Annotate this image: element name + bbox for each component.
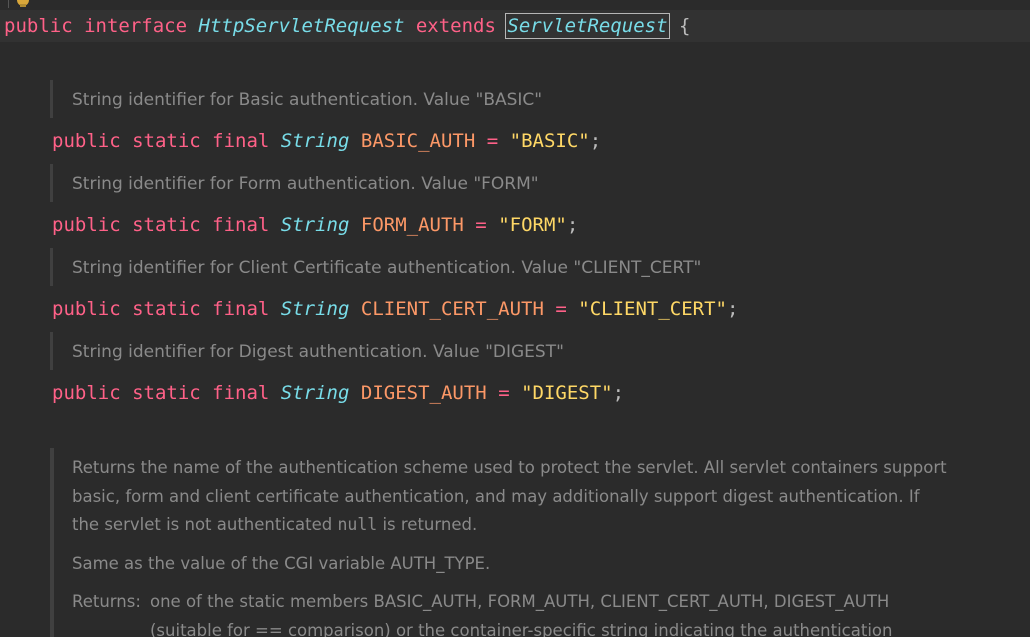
doc-text: is returned. — [377, 515, 478, 534]
field-name[interactable]: CLIENT_CERT_AUTH — [361, 298, 544, 320]
doc-inline-code: null — [337, 515, 378, 534]
field-name[interactable]: BASIC_AUTH — [361, 130, 475, 152]
doc-text: the servlet is not authenticated — [72, 515, 338, 534]
returns-description: one of the static members BASIC_AUTH, FO… — [150, 592, 890, 611]
intention-bulb-base — [20, 4, 26, 7]
field-declaration-line[interactable]: public static final String FORM_AUTH = "… — [52, 209, 578, 241]
field-name[interactable]: FORM_AUTH — [361, 214, 464, 236]
method-doc-comment: Returns the name of the authentication s… — [50, 448, 1030, 637]
string-literal: "CLIENT_CERT" — [578, 298, 727, 320]
string-literal: "FORM" — [498, 214, 567, 236]
keyword-interface: interface — [84, 15, 188, 37]
doc-paragraph-line: the servlet is not authenticated null is… — [72, 511, 477, 540]
field-modifiers: public static final — [52, 214, 270, 236]
field-modifiers: public static final — [52, 130, 270, 152]
keyword-extends: extends — [415, 15, 496, 37]
doc-paragraph-line: basic, form and client certificate authe… — [72, 486, 920, 506]
gutter-marker — [8, 0, 9, 8]
doc-comment-bar — [50, 332, 53, 370]
doc-paragraph-line: Returns the name of the authentication s… — [72, 458, 947, 477]
assign-operator: = — [555, 298, 567, 320]
string-literal: "DIGEST" — [521, 382, 613, 404]
semicolon: ; — [612, 382, 625, 404]
field-doc-comment: String identifier for Client Certificate… — [72, 258, 702, 278]
field-doc-comment: String identifier for Form authenticatio… — [72, 174, 539, 194]
field-type[interactable]: String — [281, 130, 350, 152]
assign-operator: = — [475, 214, 487, 236]
semicolon: ; — [589, 130, 602, 152]
doc-comment-bar — [50, 164, 53, 202]
field-name[interactable]: DIGEST_AUTH — [361, 382, 487, 404]
interface-declaration-line[interactable]: public interface HttpServletRequest exte… — [4, 10, 690, 42]
field-declaration-line[interactable]: public static final String CLIENT_CERT_A… — [52, 293, 738, 325]
field-type[interactable]: String — [281, 382, 350, 404]
doc-comment-bar — [50, 80, 53, 118]
field-doc-comment: String identifier for Digest authenticat… — [72, 342, 564, 362]
field-doc-comment: String identifier for Basic authenticati… — [72, 90, 543, 110]
open-brace: { — [679, 15, 691, 37]
assign-operator: = — [498, 382, 510, 404]
string-literal: "BASIC" — [509, 130, 590, 152]
field-declaration-line[interactable]: public static final String DIGEST_AUTH =… — [52, 377, 624, 409]
assign-operator: = — [486, 130, 499, 152]
interface-name[interactable]: HttpServletRequest — [199, 15, 405, 37]
doc-paragraph: Same as the value of the CGI variable AU… — [72, 554, 491, 573]
field-modifiers: public static final — [52, 298, 270, 320]
field-modifiers: public static final — [52, 382, 270, 404]
parent-interface-name[interactable]: ServletRequest — [505, 13, 670, 39]
doc-comment-bar — [50, 248, 53, 286]
code-editor[interactable]: public interface HttpServletRequest exte… — [0, 0, 1030, 637]
semicolon: ; — [727, 298, 739, 320]
keyword-public: public — [4, 15, 73, 37]
field-type[interactable]: String — [281, 214, 350, 236]
doc-comment-bar — [50, 448, 54, 637]
editor-top-strip — [0, 0, 1030, 9]
field-declaration-line[interactable]: public static final String BASIC_AUTH = … — [52, 125, 601, 157]
field-type[interactable]: String — [281, 298, 350, 320]
returns-label: Returns: — [72, 592, 141, 611]
semicolon: ; — [566, 214, 579, 236]
returns-description: (suitable for == comparison) or the cont… — [150, 620, 893, 637]
